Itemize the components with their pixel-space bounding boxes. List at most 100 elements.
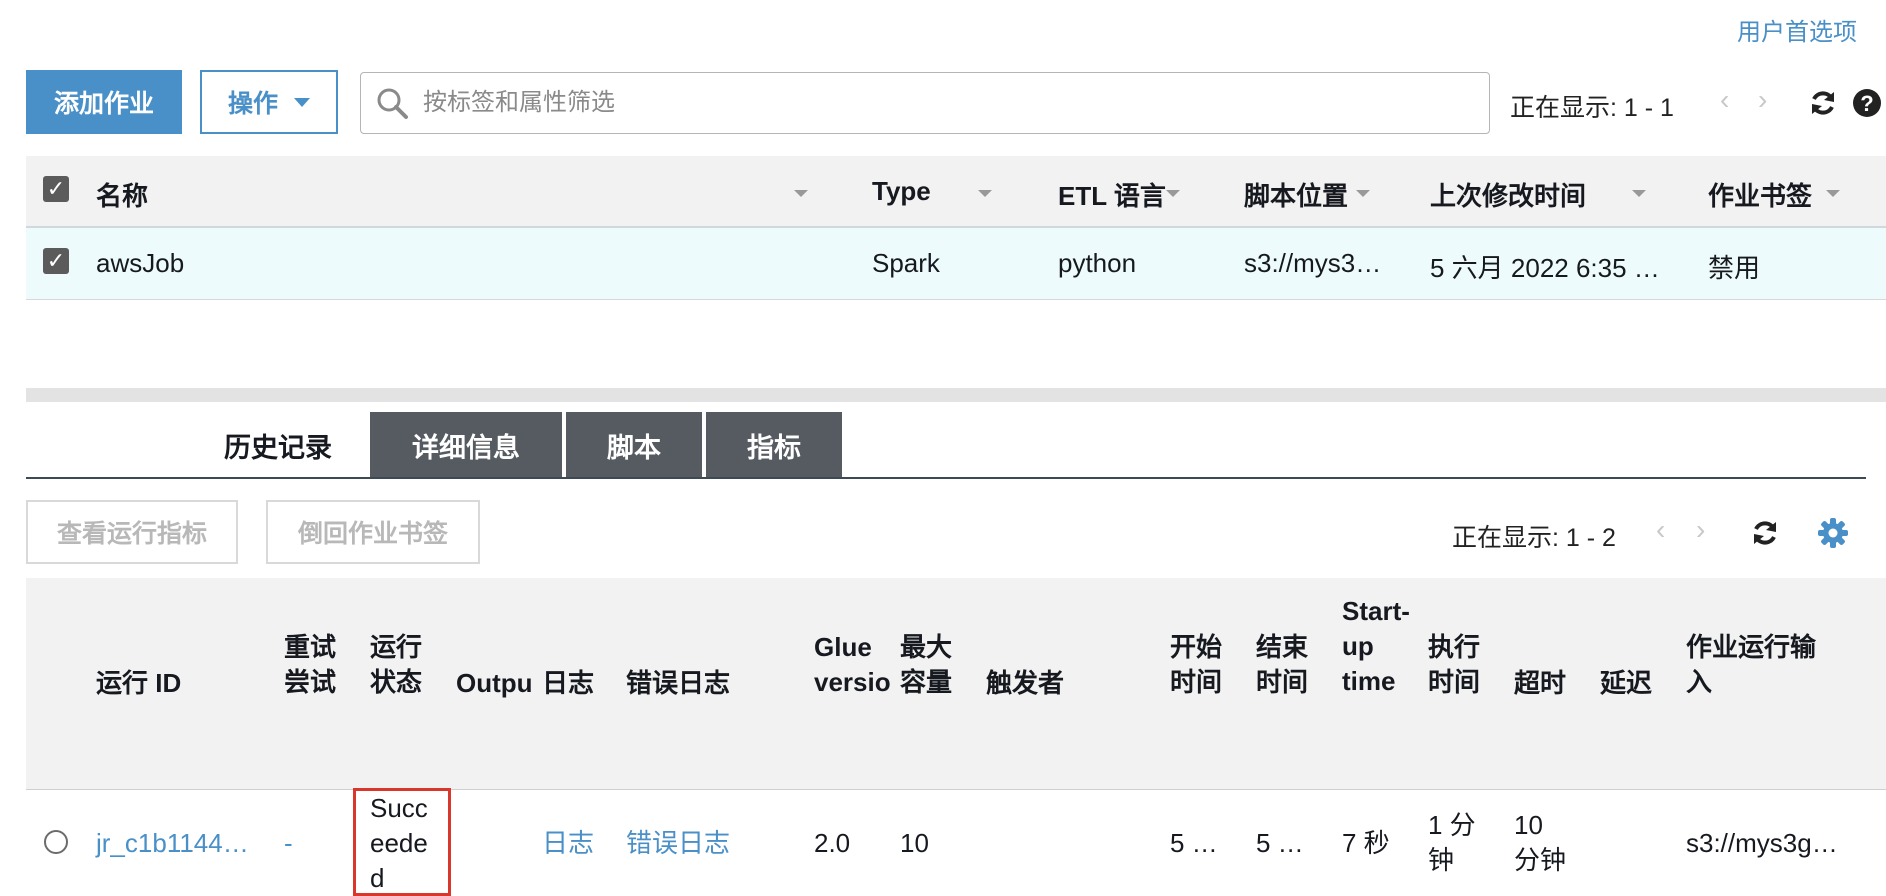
row-checkbox[interactable]: ✓ bbox=[43, 248, 69, 274]
chevron-down-icon bbox=[294, 97, 310, 107]
sort-icon[interactable] bbox=[1166, 190, 1180, 197]
col-capacity-line1: 最大 bbox=[900, 632, 953, 662]
col-exec-time-header[interactable]: 执行 时间 bbox=[1428, 630, 1480, 700]
col-input-line2: 入 bbox=[1686, 667, 1713, 697]
col-script-location[interactable]: 脚本位置 bbox=[1244, 176, 1348, 213]
job-etl-language: python bbox=[1058, 248, 1137, 278]
col-capacity-line2: 容量 bbox=[900, 667, 953, 697]
exec-line2: 钟 bbox=[1428, 845, 1455, 875]
view-run-metrics-button[interactable]: 查看运行指标 bbox=[26, 500, 238, 564]
row-radio[interactable] bbox=[44, 830, 68, 854]
timeout-line1: 10 bbox=[1514, 810, 1543, 840]
col-end-line2: 时间 bbox=[1256, 667, 1309, 697]
col-timeout[interactable]: 超时 bbox=[1514, 666, 1566, 701]
table-row[interactable]: ✓ awsJob Spark python s3://mys3… 5 六月 20… bbox=[26, 228, 1886, 300]
select-all-checkbox[interactable]: ✓ bbox=[43, 176, 69, 202]
max-capacity: 10 bbox=[900, 828, 929, 858]
col-output[interactable]: Output bbox=[456, 666, 532, 701]
sort-icon[interactable] bbox=[1356, 190, 1370, 197]
tab-history[interactable]: 历史记录 bbox=[190, 412, 366, 478]
col-end-time-header[interactable]: 结束 时间 bbox=[1256, 630, 1308, 700]
col-delay[interactable]: 延迟 bbox=[1600, 666, 1652, 701]
col-retry-line2: 尝试 bbox=[284, 667, 337, 697]
col-start-line1: 开始 bbox=[1170, 632, 1223, 662]
job-type: Spark bbox=[872, 248, 940, 278]
col-glue-line1: Glue bbox=[814, 632, 872, 662]
prev-page-icon[interactable]: ‹ bbox=[1720, 84, 1729, 116]
job-bookmark: 禁用 bbox=[1708, 253, 1761, 283]
startup-time: 7 秒 bbox=[1342, 828, 1390, 858]
col-error-logs[interactable]: 错误日志 bbox=[626, 666, 730, 701]
col-name[interactable]: 名称 bbox=[96, 176, 148, 213]
timeout: 10 分钟 bbox=[1514, 808, 1566, 878]
col-run-id[interactable]: 运行 ID bbox=[96, 666, 181, 701]
search-box[interactable] bbox=[360, 72, 1490, 134]
retry-attempt[interactable]: - bbox=[284, 826, 293, 861]
col-startup-line1: Start- bbox=[1342, 596, 1410, 626]
history-pager-status: 正在显示: 1 - 2 bbox=[1452, 524, 1616, 552]
actions-label: 操作 bbox=[227, 90, 278, 118]
col-startup-line3: time bbox=[1342, 666, 1396, 696]
col-job-run-input-header[interactable]: 作业运行输 入 bbox=[1686, 630, 1816, 700]
col-input-line1: 作业运行输 bbox=[1686, 632, 1817, 662]
col-trigger[interactable]: 触发者 bbox=[986, 666, 1064, 701]
timeout-line2: 分钟 bbox=[1514, 845, 1567, 875]
next-page-icon[interactable]: › bbox=[1696, 514, 1705, 546]
refresh-icon[interactable] bbox=[1750, 518, 1780, 548]
refresh-icon[interactable] bbox=[1808, 88, 1838, 118]
job-name: awsJob bbox=[96, 248, 185, 278]
col-etl-language[interactable]: ETL 语言 bbox=[1058, 176, 1166, 213]
col-max-capacity-header[interactable]: 最大 容量 bbox=[900, 630, 952, 700]
glue-version: 2.0 bbox=[814, 828, 851, 858]
job-run-input: s3://mys3g… bbox=[1686, 828, 1838, 858]
sort-icon[interactable] bbox=[794, 190, 808, 197]
error-logs-link[interactable]: 错误日志 bbox=[626, 826, 730, 861]
sort-icon[interactable] bbox=[1632, 190, 1646, 197]
actions-dropdown-button[interactable]: 操作 bbox=[200, 70, 338, 134]
filter-input[interactable] bbox=[421, 88, 1425, 118]
run-id-link[interactable]: jr_c1b1144… bbox=[96, 826, 249, 861]
col-startup-time-header[interactable]: Start- up time bbox=[1342, 594, 1410, 699]
user-preferences-link[interactable]: 用户首选项 bbox=[1737, 12, 1857, 47]
col-end-line1: 结束 bbox=[1256, 632, 1309, 662]
col-retry-header[interactable]: 重试 尝试 bbox=[284, 630, 336, 700]
table-row[interactable]: jr_c1b1144… - Succ eede d 日志 错误日志 2.0 10… bbox=[26, 790, 1886, 896]
rewind-bookmark-button[interactable]: 倒回作业书签 bbox=[266, 500, 480, 564]
add-job-button[interactable]: 添加作业 bbox=[26, 70, 182, 134]
panel-divider[interactable] bbox=[26, 388, 1886, 402]
tab-details[interactable]: 详细信息 bbox=[370, 412, 562, 478]
jobs-table-header: ✓ 名称 Type ETL 语言 脚本位置 上次修改时间 作业书签 bbox=[26, 156, 1886, 228]
sort-icon[interactable] bbox=[978, 190, 992, 197]
svg-text:?: ? bbox=[1860, 91, 1873, 116]
tab-script[interactable]: 脚本 bbox=[566, 412, 702, 478]
next-page-icon[interactable]: › bbox=[1758, 84, 1767, 116]
job-script-location: s3://mys3… bbox=[1244, 248, 1382, 278]
history-table-header: 运行 ID 重试 尝试 运行 状态 Output 日志 错误日志 Glue ve… bbox=[26, 578, 1886, 790]
pager-status: 正在显示: 1 - 1 bbox=[1510, 94, 1674, 122]
col-status-line1: 运行 bbox=[370, 632, 423, 662]
col-logs[interactable]: 日志 bbox=[542, 666, 594, 701]
col-status-line2: 状态 bbox=[370, 667, 423, 697]
tab-metrics[interactable]: 指标 bbox=[706, 412, 842, 478]
col-retry-line1: 重试 bbox=[284, 632, 337, 662]
help-icon[interactable]: ? bbox=[1852, 88, 1882, 118]
execution-time: 1 分 钟 bbox=[1428, 808, 1476, 878]
search-icon bbox=[377, 88, 408, 119]
col-last-modified[interactable]: 上次修改时间 bbox=[1430, 176, 1586, 213]
status-highlight-box bbox=[353, 788, 451, 896]
col-glue-line2: version bbox=[814, 667, 890, 697]
sort-icon[interactable] bbox=[1826, 190, 1840, 197]
col-exec-line1: 执行 bbox=[1428, 632, 1481, 662]
prev-page-icon[interactable]: ‹ bbox=[1656, 514, 1665, 546]
logs-link[interactable]: 日志 bbox=[542, 826, 594, 861]
col-job-bookmark[interactable]: 作业书签 bbox=[1708, 176, 1812, 213]
col-start-line2: 时间 bbox=[1170, 667, 1223, 697]
col-run-status-header[interactable]: 运行 状态 bbox=[370, 630, 422, 700]
job-last-modified: 5 六月 2022 6:35 … bbox=[1430, 253, 1660, 283]
col-start-time-header[interactable]: 开始 时间 bbox=[1170, 630, 1222, 700]
col-startup-line2: up bbox=[1342, 631, 1374, 661]
col-glue-version-header[interactable]: Glue version bbox=[814, 630, 890, 700]
col-type[interactable]: Type bbox=[872, 176, 931, 207]
gear-icon[interactable] bbox=[1818, 518, 1848, 548]
start-time: 5 … bbox=[1170, 828, 1218, 858]
